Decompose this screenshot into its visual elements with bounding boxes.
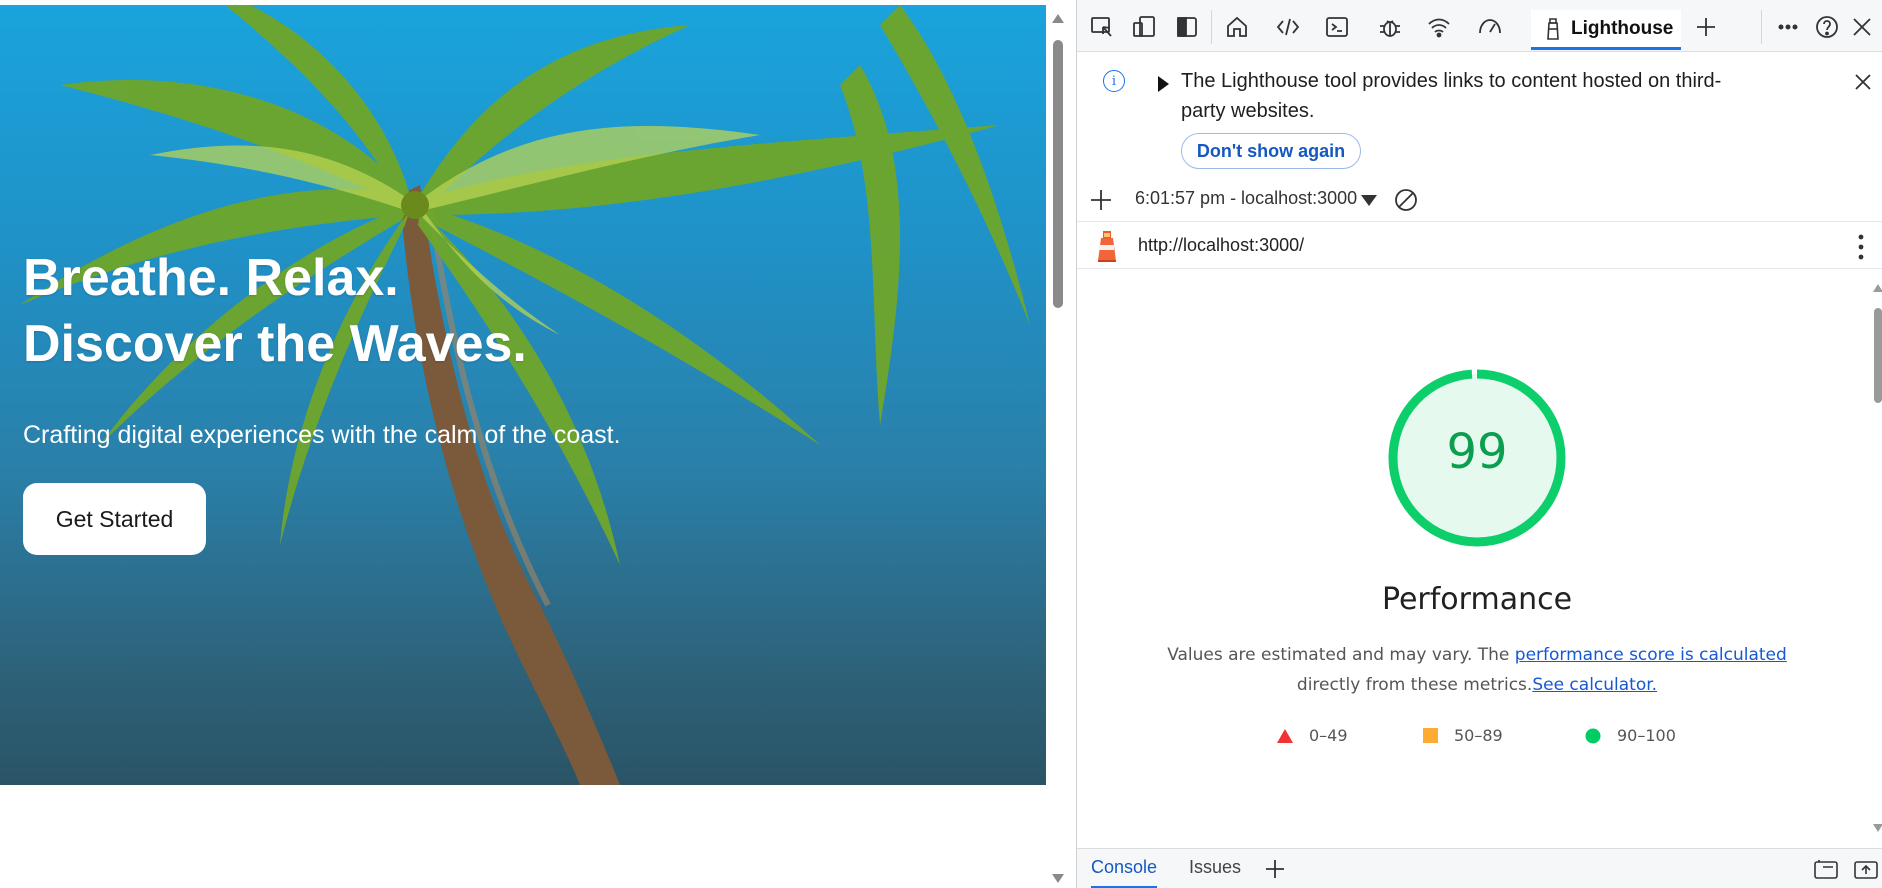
report-scrollbar[interactable] — [1871, 270, 1882, 850]
description-prefix: Values are estimated and may vary. The — [1167, 645, 1515, 665]
lighthouse-report: 99 Performance Values are estimated and … — [1077, 270, 1882, 850]
legend-item-average: 50–89 — [1423, 726, 1503, 745]
hero-title: Breathe. Relax. Discover the Waves. — [23, 245, 621, 377]
lighthouse-logo-icon — [1098, 231, 1116, 262]
clear-reports-icon[interactable] — [1393, 187, 1419, 213]
tab-lighthouse[interactable]: Lighthouse — [1531, 10, 1681, 50]
infobar-message: The Lighthouse tool provides links to co… — [1181, 70, 1722, 122]
hero-title-line-1: Breathe. Relax. — [23, 249, 399, 307]
see-calculator-link[interactable]: See calculator. — [1532, 675, 1657, 695]
web-page: Breathe. Relax. Discover the Waves. Craf… — [0, 0, 1062, 888]
devtools-panel: Lighthouse i The Lighthouse tool provide… — [1076, 0, 1882, 888]
devtools-toolbar: Lighthouse — [1077, 0, 1882, 52]
toolbar-separator — [1211, 10, 1212, 44]
welcome-home-icon[interactable] — [1222, 12, 1252, 42]
category-title: Performance — [1381, 582, 1573, 617]
scrollbar-thumb[interactable] — [1874, 308, 1882, 403]
page-scrollbar[interactable] — [1046, 0, 1070, 888]
help-icon[interactable] — [1812, 12, 1842, 42]
hero-text: Breathe. Relax. Discover the Waves. Craf… — [23, 245, 621, 450]
dont-show-again-button[interactable]: Don't show again — [1181, 133, 1361, 169]
console-icon[interactable] — [1322, 12, 1352, 42]
expand-drawer-icon[interactable] — [1853, 859, 1879, 881]
description-middle: directly from these metrics. — [1296, 675, 1533, 695]
drawer-tab-console[interactable]: Console — [1091, 857, 1158, 888]
elements-icon[interactable] — [1273, 12, 1303, 42]
performance-description: Values are estimated and may vary. The p… — [1157, 640, 1797, 700]
device-toolbar-icon[interactable] — [1129, 12, 1159, 42]
scroll-down-arrow-icon[interactable] — [1052, 874, 1064, 883]
get-started-button[interactable]: Get Started — [23, 483, 206, 555]
report-select[interactable]: 6:01:57 pm - localhost:3000 — [1135, 188, 1357, 209]
legend-item-fail: 0–49 — [1277, 726, 1348, 745]
third-party-infobar: i The Lighthouse tool provides links to … — [1077, 52, 1882, 176]
toolbar-separator — [1761, 10, 1762, 44]
legend-label-pass: 90–100 — [1617, 726, 1676, 745]
hero-subtitle: Crafting digital experiences with the ca… — [23, 421, 621, 449]
scroll-down-arrow-icon[interactable] — [1873, 824, 1882, 832]
drawer-tab-issues[interactable]: Issues — [1189, 857, 1241, 888]
score-legend: 0–49 50–89 90–100 — [1077, 726, 1877, 756]
legend-label-average: 50–89 — [1454, 726, 1503, 745]
dock-drawer-icon[interactable] — [1813, 859, 1839, 881]
scrollbar-thumb[interactable] — [1053, 40, 1063, 308]
lighthouse-icon — [1547, 17, 1559, 40]
tab-lighthouse-label: Lighthouse — [1571, 17, 1674, 39]
close-devtools-icon[interactable] — [1847, 12, 1877, 42]
network-wifi-icon[interactable] — [1424, 12, 1454, 42]
report-selector-row: 6:01:57 pm - localhost:3000 — [1077, 180, 1882, 222]
drawer-tabbar: Console Issues — [1077, 848, 1882, 888]
infobar-close-icon[interactable] — [1851, 70, 1875, 94]
report-url-row: http://localhost:3000/ — [1077, 223, 1882, 269]
report-menu-kebab-icon[interactable] — [1855, 232, 1867, 262]
red-triangle-icon — [1277, 728, 1293, 743]
scroll-up-arrow-icon[interactable] — [1052, 14, 1064, 23]
add-tab-icon[interactable] — [1691, 12, 1721, 42]
new-report-plus-icon[interactable] — [1087, 186, 1115, 214]
dock-side-icon[interactable] — [1172, 12, 1202, 42]
orange-square-icon — [1423, 728, 1438, 743]
performance-score: 99 — [1446, 424, 1508, 480]
score-calculated-link[interactable]: performance score is calculated — [1515, 645, 1787, 665]
inspect-icon[interactable] — [1087, 12, 1117, 42]
add-drawer-tab-icon[interactable] — [1263, 857, 1287, 881]
hero-title-line-2: Discover the Waves. — [23, 315, 527, 373]
legend-label-fail: 0–49 — [1309, 726, 1348, 745]
sources-bug-icon[interactable] — [1375, 12, 1405, 42]
performance-gauge-icon[interactable] — [1475, 12, 1505, 42]
info-icon: i — [1103, 70, 1125, 92]
report-url: http://localhost:3000/ — [1138, 235, 1305, 255]
green-circle-icon — [1585, 728, 1601, 743]
hero-section: Breathe. Relax. Discover the Waves. Craf… — [0, 5, 1046, 785]
scroll-up-arrow-icon[interactable] — [1873, 284, 1882, 292]
more-icon[interactable] — [1773, 12, 1803, 42]
expand-caret-icon[interactable] — [1158, 76, 1169, 92]
chevron-down-icon[interactable] — [1361, 195, 1377, 206]
legend-item-pass: 90–100 — [1585, 726, 1676, 745]
